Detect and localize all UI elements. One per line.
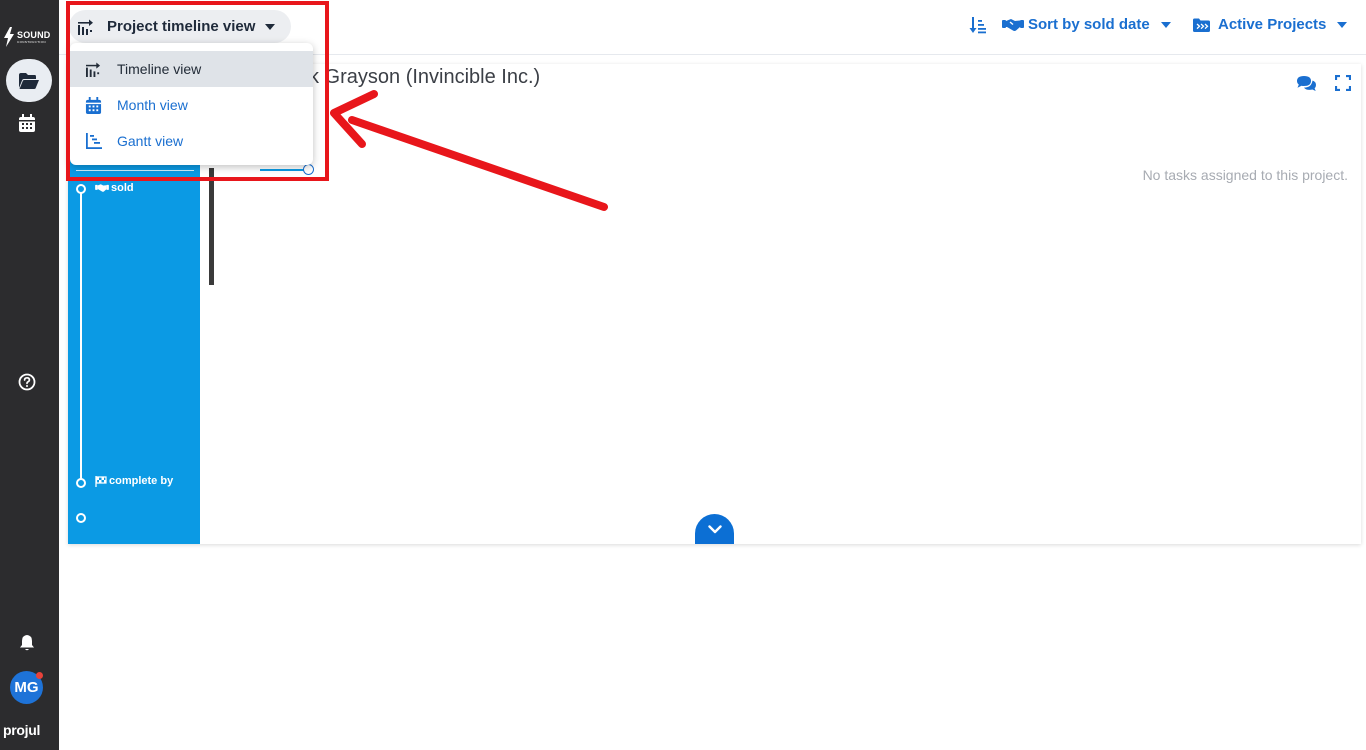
brand-logo[interactable]: projul [3,722,40,738]
calendar-icon [19,114,35,132]
bell-icon [20,635,34,651]
sort-direction-icon [969,17,986,34]
logo-text: SOUND [17,29,51,40]
handshake-icon [1002,18,1024,31]
chevron-down-icon [1337,21,1348,28]
expand-details-button[interactable] [695,514,734,544]
timeline-label-sold: sold [95,182,134,194]
timeline-scrollbar[interactable] [209,168,214,285]
brand-text: projul [3,722,41,738]
help-circle-icon [18,373,36,391]
comments-icon [1296,75,1316,91]
timeline-label-complete: complete by [95,475,173,487]
nav-notifications[interactable] [17,633,37,653]
nav-calendar[interactable] [17,113,37,133]
timeline-node-sold [76,184,86,194]
project-title[interactable]: k Grayson (Invincible Inc.) [309,66,540,89]
nav-help[interactable] [17,372,37,392]
timeline-node-complete [76,478,86,488]
comments-button[interactable] [1295,72,1317,94]
notification-dot [36,672,43,679]
folder-open-icon [19,72,39,89]
left-sidebar: SOUND CONSTRUCTION MG projul [0,0,59,750]
empty-tasks-message: No tasks assigned to this project. [1142,167,1348,183]
flag-icon [95,475,107,487]
expand-icon [1335,75,1351,91]
timeline-node-end [76,513,86,523]
company-logo[interactable]: SOUND CONSTRUCTION [3,26,57,48]
fullscreen-button[interactable] [1332,72,1354,94]
chevron-down-icon [707,524,722,533]
timeline-line [80,190,82,484]
project-filter-label: Active Projects [1218,16,1327,33]
avatar-initials: MG [14,679,39,696]
chevron-down-icon [1160,21,1171,28]
sort-by-button[interactable]: Sort by sold date [1002,16,1171,33]
timeline-text-complete: complete by [109,475,174,487]
handshake-icon [95,184,109,192]
logo-subtext: CONSTRUCTION [17,39,46,44]
sort-direction-button[interactable] [969,16,987,34]
project-filter-button[interactable]: Active Projects [1193,16,1348,33]
bolt-logo-icon [4,27,14,47]
nav-projects[interactable] [6,59,52,102]
timeline-text-sold: sold [111,182,134,194]
folder-tree-icon [1193,18,1210,32]
sort-by-label: Sort by sold date [1028,16,1150,33]
annotation-highlight-box [66,1,329,181]
